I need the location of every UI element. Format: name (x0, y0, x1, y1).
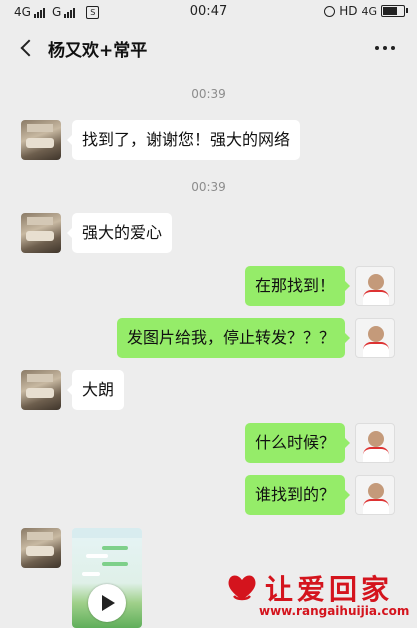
message-bubble[interactable]: 强大的爱心 (66, 213, 173, 253)
message-bubble[interactable]: 什么时候？ (244, 423, 351, 463)
video-thumbnail-header (72, 528, 142, 538)
self-avatar[interactable] (355, 475, 395, 515)
battery-fill (383, 7, 397, 15)
contact-avatar[interactable] (21, 213, 61, 253)
video-thumbnail-line (86, 554, 108, 558)
video-thumbnail-line (102, 546, 128, 550)
chat-area[interactable]: 00:39 找到了，谢谢您！强大的网络 00:39 强大的爱心 在那找到！ 发图… (0, 72, 417, 628)
contact-avatar[interactable] (21, 528, 61, 568)
message-row: 什么时候？ (0, 423, 417, 463)
message-row: 大朗 (0, 370, 417, 410)
more-dots-icon[interactable] (375, 46, 395, 50)
message-bubble[interactable]: 找到了，谢谢您！强大的网络 (66, 120, 301, 160)
chat-title: 杨又欢+常平 (48, 41, 148, 61)
contact-avatar[interactable] (21, 370, 61, 410)
chat-header: 杨又欢+常平 (0, 24, 417, 72)
message-bubble[interactable]: 谁找到的？ (244, 475, 351, 515)
video-thumbnail-line (102, 562, 128, 566)
message-row: 发图片给我，停止转发？？？ (0, 318, 417, 358)
status-right: HD 4G (324, 4, 408, 18)
self-avatar[interactable] (355, 266, 395, 306)
self-avatar[interactable] (355, 423, 395, 463)
message-row: 谁找到的？ (0, 475, 417, 515)
network-type-3: 4G (361, 4, 377, 18)
watermark-name: 让爱回家 (265, 573, 394, 606)
timestamp: 00:39 (191, 87, 226, 101)
message-row: 强大的爱心 (0, 213, 417, 253)
message-row: 在那找到！ (0, 266, 417, 306)
contact-avatar[interactable] (21, 120, 61, 160)
status-bar: 4G G S 00:47 HD 4G (0, 0, 417, 24)
heart-hands-logo-icon (228, 575, 256, 601)
message-bubble[interactable]: 大朗 (66, 370, 125, 410)
play-icon[interactable] (88, 584, 126, 622)
back-arrow-icon[interactable] (18, 38, 36, 58)
hd-label: HD (339, 4, 358, 18)
battery-icon (381, 5, 408, 17)
timestamp: 00:39 (191, 180, 226, 194)
video-thumbnail-line (82, 572, 100, 576)
message-bubble[interactable]: 在那找到！ (244, 266, 351, 306)
message-row: 找到了，谢谢您！强大的网络 (0, 120, 417, 160)
self-avatar[interactable] (355, 318, 395, 358)
watermark-url: www.rangaihuijia.com (259, 604, 410, 618)
watermark: 让爱回家 www.rangaihuijia.com (221, 568, 411, 620)
message-row (0, 528, 417, 568)
alarm-icon (324, 5, 336, 17)
message-bubble[interactable]: 发图片给我，停止转发？？？ (116, 318, 351, 358)
video-message[interactable] (72, 528, 142, 628)
